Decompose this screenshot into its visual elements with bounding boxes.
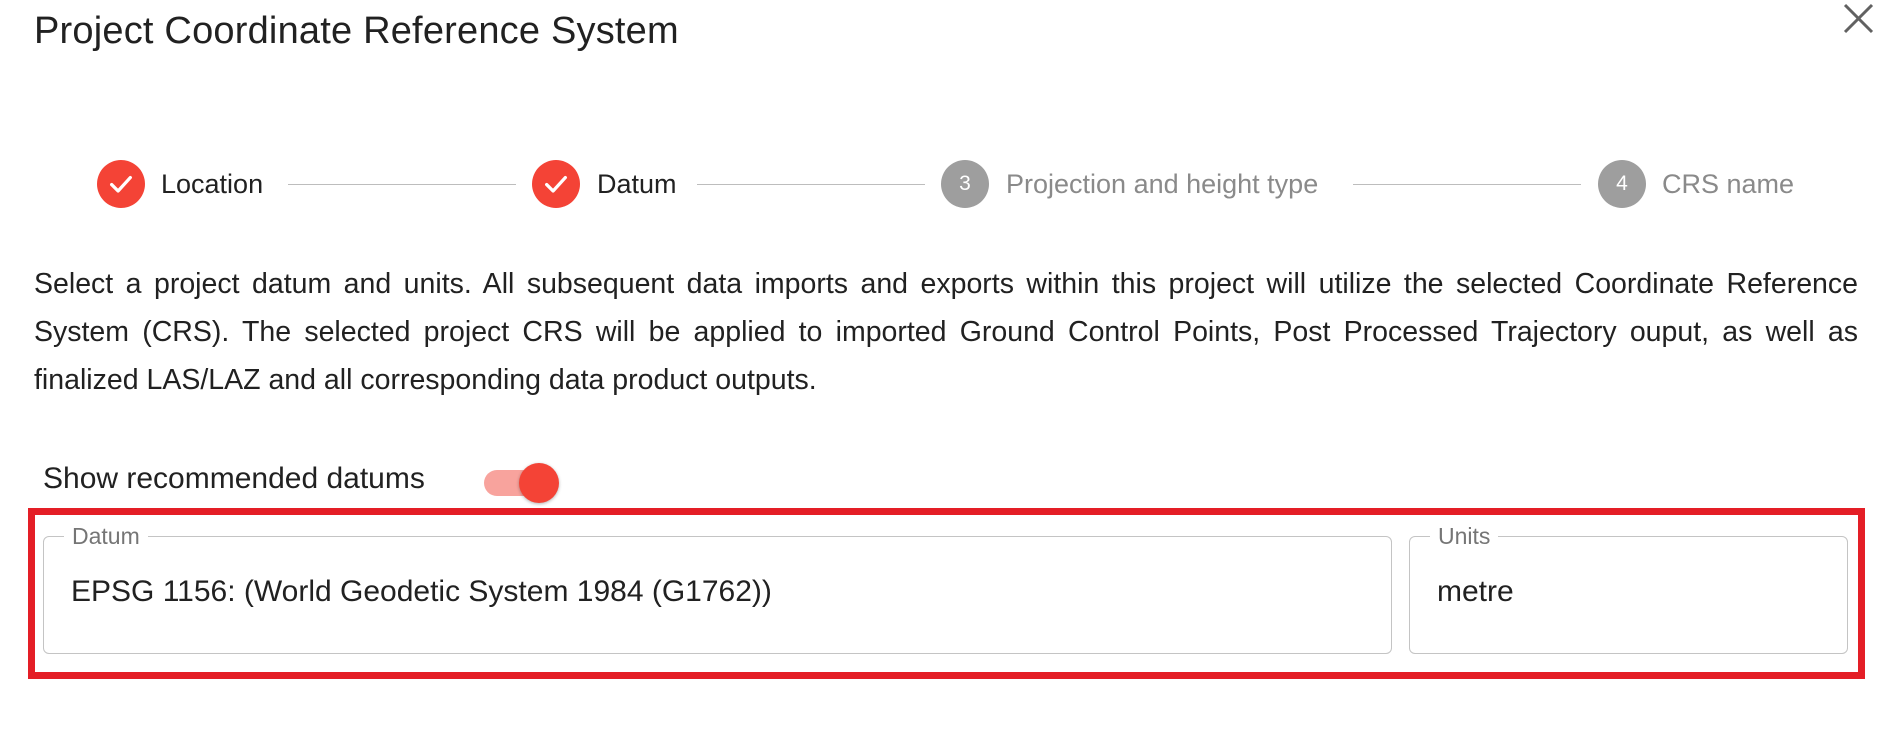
step-crs-name-label[interactable]: CRS name bbox=[1662, 168, 1794, 200]
step-projection-label[interactable]: Projection and height type bbox=[1006, 168, 1318, 200]
step-projection-number[interactable]: 3 bbox=[941, 160, 989, 208]
dialog-title: Project Coordinate Reference System bbox=[34, 10, 679, 52]
step-location-check[interactable] bbox=[97, 160, 145, 208]
step-connector bbox=[288, 184, 516, 185]
units-field-label: Units bbox=[1430, 523, 1499, 549]
units-select[interactable]: Units bbox=[1409, 523, 1848, 654]
datum-select[interactable]: Datum bbox=[43, 523, 1392, 654]
stepper: Location Datum 3 Projection and height t… bbox=[0, 160, 1881, 210]
show-recommended-datums-toggle[interactable] bbox=[482, 460, 560, 504]
step-datum-check[interactable] bbox=[532, 160, 580, 208]
toggle-label: Show recommended datums bbox=[43, 462, 425, 495]
units-input[interactable] bbox=[1437, 575, 1814, 609]
toggle-thumb bbox=[519, 463, 559, 503]
step-crs-name-number[interactable]: 4 bbox=[1598, 160, 1646, 208]
close-button[interactable] bbox=[1838, 0, 1878, 40]
datum-input[interactable] bbox=[71, 575, 1358, 609]
close-icon bbox=[1843, 3, 1874, 34]
check-icon bbox=[110, 175, 132, 193]
description-text: Select a project datum and units. All su… bbox=[34, 268, 1858, 396]
step-connector bbox=[1353, 184, 1581, 185]
step-connector bbox=[697, 184, 925, 185]
check-icon bbox=[545, 175, 567, 193]
step-datum-label[interactable]: Datum bbox=[597, 168, 677, 200]
step-location-label[interactable]: Location bbox=[161, 168, 263, 200]
datum-field-label: Datum bbox=[64, 523, 148, 549]
